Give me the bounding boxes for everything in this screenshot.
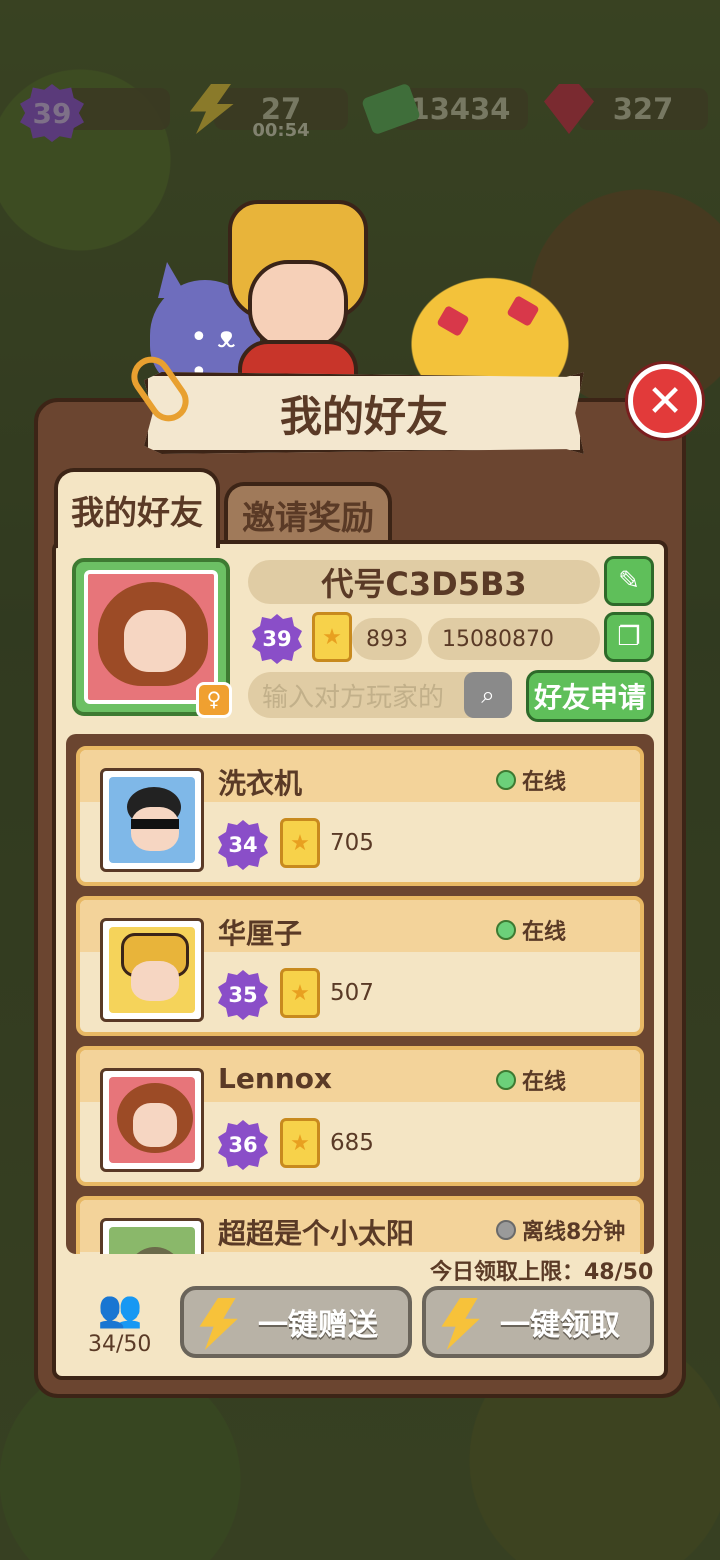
- dialog-title-banner: 我的好友: [144, 372, 584, 454]
- friend-name: 超超是个小太阳: [218, 1217, 415, 1250]
- helmet-character: [228, 200, 368, 410]
- friend-status: 离线8分钟: [496, 1214, 625, 1246]
- player-name: 代号C3D5B3: [248, 560, 600, 604]
- friend-row[interactable]: 华厘子 在线 35 ★ 507: [76, 896, 644, 1036]
- friend-row[interactable]: 超超是个小太阳 离线8分钟: [76, 1196, 644, 1254]
- daily-claim-limit: 今日领取上限：48/50: [430, 1260, 654, 1285]
- claim-all-button[interactable]: 一键领取: [422, 1286, 654, 1358]
- friend-level-badge: 36: [218, 1120, 268, 1170]
- gem-value: 327: [612, 92, 674, 126]
- player-id: 15080870: [428, 618, 600, 660]
- friend-status: 在线: [496, 1064, 566, 1096]
- close-button[interactable]: ✕: [628, 364, 702, 438]
- friend-status: 在线: [496, 914, 566, 946]
- gold-pile-icon: [390, 260, 590, 380]
- friend-avatar[interactable]: [100, 918, 204, 1022]
- star-card-icon: ★: [280, 968, 320, 1018]
- energy-timer: 00:54: [252, 120, 310, 141]
- friend-name: 华厘子: [218, 917, 303, 950]
- friend-name: 洗衣机: [218, 767, 303, 800]
- energy-counter[interactable]: 27 00:54: [214, 88, 348, 141]
- star-card-icon: ★: [280, 818, 320, 868]
- tab-invite-rewards[interactable]: 邀请奖励: [224, 482, 392, 544]
- friend-list[interactable]: 洗衣机 在线 34 ★ 705 华厘子 在线 35 ★ 507 Lennox 在…: [66, 734, 654, 1254]
- tab-my-friends[interactable]: 我的好友: [54, 468, 220, 548]
- friend-score: 705: [330, 830, 374, 856]
- friend-row[interactable]: Lennox 在线 36 ★ 685: [76, 1046, 644, 1186]
- friend-name: Lennox: [218, 1062, 332, 1095]
- friend-score: 685: [330, 1130, 374, 1156]
- friend-avatar[interactable]: [100, 1068, 204, 1172]
- star-card-icon: ★: [312, 612, 352, 662]
- top-resource-bar: 39 27 00:54 13434 327: [0, 82, 720, 142]
- friend-avatar[interactable]: [100, 768, 204, 872]
- friend-status: 在线: [496, 764, 566, 796]
- gender-icon: ♀: [196, 682, 232, 718]
- friend-level-badge: 35: [218, 970, 268, 1020]
- dialog-title: 我的好友: [279, 391, 448, 441]
- energy-bolt-icon: [199, 1298, 238, 1350]
- gem-counter[interactable]: 327: [578, 88, 708, 130]
- friends-icon: 👥: [97, 1289, 143, 1330]
- friend-row[interactable]: 洗衣机 在线 34 ★ 705: [76, 746, 644, 886]
- friend-score: 507: [330, 980, 374, 1006]
- friend-request-button[interactable]: 好友申请: [526, 670, 654, 722]
- energy-bolt-icon: [441, 1298, 480, 1350]
- friend-avatar[interactable]: [100, 1218, 204, 1254]
- star-card-icon: ★: [280, 1118, 320, 1168]
- friend-level-badge: 34: [218, 820, 268, 870]
- search-button[interactable]: ⌕: [464, 672, 512, 718]
- edit-name-button[interactable]: ✎: [604, 556, 654, 606]
- copy-id-button[interactable]: ❐: [604, 612, 654, 662]
- my-score: 893: [352, 618, 422, 660]
- send-all-button[interactable]: 一键赠送: [180, 1286, 412, 1358]
- friend-count: 34/50: [88, 1332, 152, 1357]
